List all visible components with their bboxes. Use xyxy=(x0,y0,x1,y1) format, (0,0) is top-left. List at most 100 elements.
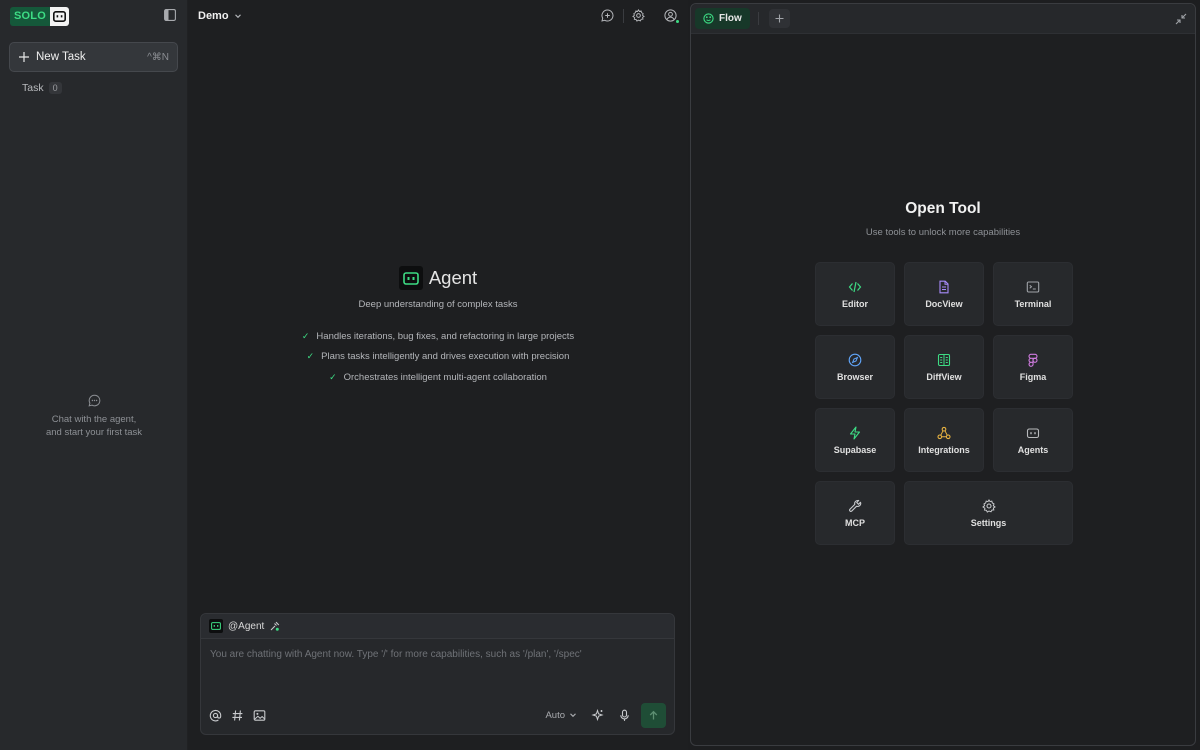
tool-card-figma[interactable]: Figma xyxy=(993,335,1073,399)
bolt-icon xyxy=(849,425,861,440)
document-icon xyxy=(939,280,949,293)
tool-label: DiffView xyxy=(926,371,962,382)
empty-state-line1: Chat with the agent, xyxy=(51,414,137,425)
nodes-icon xyxy=(937,426,951,439)
tool-label: Editor xyxy=(842,298,868,309)
tab-divider xyxy=(757,12,759,25)
sidebar: SOLO New Task ^⌘N Task 0 Chat with the a… xyxy=(0,0,188,750)
new-task-shortcut: ^⌘N xyxy=(147,51,169,63)
agent-feature-list: ✓ Handles iterations, bug fixes, and ref… xyxy=(188,326,688,388)
task-label: Task xyxy=(22,82,44,94)
arrow-up-icon xyxy=(649,710,658,719)
tool-label: DocView xyxy=(925,298,963,309)
mode-label: Auto xyxy=(545,709,565,721)
mention-at-icon[interactable] xyxy=(209,709,222,722)
chat-bubble-icon xyxy=(88,394,101,407)
bot-icon xyxy=(1026,427,1040,438)
settings-gear-icon[interactable] xyxy=(632,9,646,23)
send-button[interactable] xyxy=(641,702,666,728)
feature-text: Handles iterations, bug fixes, and refac… xyxy=(316,330,575,342)
account-icon[interactable] xyxy=(664,9,680,24)
diff-icon xyxy=(937,353,951,366)
open-tool-title: Open Tool xyxy=(905,200,981,217)
tool-label: MCP xyxy=(845,517,865,528)
sparkle-icon[interactable] xyxy=(591,708,604,722)
chat-toolbar-right: Auto xyxy=(545,702,666,728)
check-icon: ✓ xyxy=(306,351,315,362)
add-tab-button[interactable] xyxy=(768,9,790,28)
robot-logo-icon xyxy=(49,7,69,26)
feature-item: ✓ Handles iterations, bug fixes, and ref… xyxy=(188,326,688,347)
chat-toolbar: Auto xyxy=(201,702,674,728)
tool-card-mcp[interactable]: MCP xyxy=(815,481,895,545)
feature-text: Plans tasks intelligently and drives exe… xyxy=(321,351,570,363)
tool-card-integrations[interactable]: Integrations xyxy=(904,408,984,472)
collapse-panel-icon[interactable] xyxy=(1175,13,1187,25)
new-task-button[interactable]: New Task ^⌘N xyxy=(9,42,178,72)
microphone-icon[interactable] xyxy=(618,709,631,722)
tool-card-terminal[interactable]: Terminal xyxy=(993,262,1073,326)
check-icon: ✓ xyxy=(329,371,337,382)
agent-header: Agent xyxy=(188,266,688,290)
empty-state-line2: and start your first task xyxy=(45,427,143,438)
new-task-label: New Task xyxy=(36,51,86,63)
solo-logo[interactable]: SOLO xyxy=(10,7,69,26)
tool-label: Supabase xyxy=(833,444,877,455)
chat-composer: @Agent Auto xyxy=(200,613,675,735)
chevron-down-icon xyxy=(234,14,241,19)
agent-mini-icon xyxy=(209,619,223,633)
wrench-icon xyxy=(849,499,862,512)
terminal-icon xyxy=(1026,280,1040,293)
tool-card-agents[interactable]: Agents xyxy=(993,408,1073,472)
plus-icon xyxy=(775,14,784,23)
task-count-badge: 0 xyxy=(48,82,62,94)
hashtag-icon[interactable] xyxy=(231,709,244,722)
chat-agent-mention[interactable]: @Agent xyxy=(201,614,674,639)
plus-icon xyxy=(19,52,29,62)
header-divider xyxy=(623,9,624,23)
agent-title: Agent xyxy=(428,267,478,288)
tool-panel: Flow Open Tool Use tools to unlock more … xyxy=(690,3,1196,746)
tab-flow[interactable]: Flow xyxy=(695,8,750,29)
code-icon xyxy=(848,281,862,292)
tool-label: Integrations xyxy=(918,444,970,455)
tool-card-supabase[interactable]: Supabase xyxy=(815,408,895,472)
workspace-name: Demo xyxy=(198,10,229,22)
agent-logo-icon xyxy=(398,266,423,290)
workspace-selector[interactable]: Demo xyxy=(198,10,242,22)
tab-flow-label: Flow xyxy=(719,13,742,24)
tool-label: Figma xyxy=(1019,371,1047,382)
tool-grid: Editor DocView Terminal Browser DiffView… xyxy=(815,262,1073,545)
chat-input[interactable] xyxy=(210,649,660,660)
chevron-down-icon xyxy=(570,713,576,718)
agent-mention-label: @Agent xyxy=(228,620,265,632)
tool-card-editor[interactable]: Editor xyxy=(815,262,895,326)
tool-card-browser[interactable]: Browser xyxy=(815,335,895,399)
tool-card-docview[interactable]: DocView xyxy=(904,262,984,326)
open-tool-subtitle: Use tools to unlock more capabilities xyxy=(865,227,1021,238)
feature-item: ✓ Plans tasks intelligently and drives e… xyxy=(188,347,688,368)
empty-state: Chat with the agent, and start your firs… xyxy=(0,394,188,439)
tools-icon xyxy=(270,621,280,631)
tool-label: Browser xyxy=(836,371,873,382)
tool-label: Agents xyxy=(1017,444,1049,455)
feature-text: Orchestrates intelligent multi-agent col… xyxy=(343,371,547,383)
image-icon[interactable] xyxy=(253,709,266,722)
sidebar-toggle-icon[interactable] xyxy=(164,9,178,23)
figma-icon xyxy=(1028,353,1038,367)
gear-icon xyxy=(981,498,996,513)
task-section-header[interactable]: Task 0 xyxy=(22,82,62,94)
tool-panel-tabs: Flow xyxy=(691,4,1195,34)
new-chat-icon[interactable] xyxy=(601,9,615,23)
feature-item: ✓ Orchestrates intelligent multi-agent c… xyxy=(188,367,688,388)
compass-icon xyxy=(848,353,862,366)
tool-label: Terminal xyxy=(1014,298,1052,309)
mode-selector[interactable]: Auto xyxy=(545,710,577,721)
header-actions xyxy=(583,9,680,24)
tool-card-diffview[interactable]: DiffView xyxy=(904,335,984,399)
tool-card-settings[interactable]: Settings xyxy=(904,481,1073,545)
agent-subtitle: Deep understanding of complex tasks xyxy=(358,299,518,310)
online-status-dot xyxy=(675,19,680,24)
logo-text: SOLO xyxy=(10,7,50,26)
main-chat-area: Demo Agent Deep understanding of complex… xyxy=(188,0,688,750)
